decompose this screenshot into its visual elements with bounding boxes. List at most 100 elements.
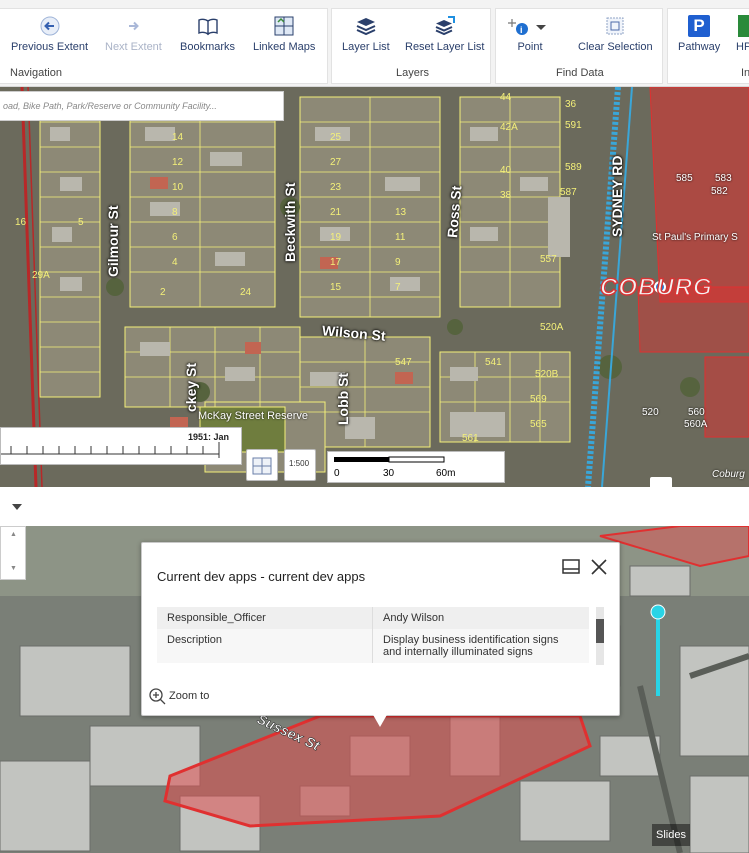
lot-number: 23 (330, 182, 342, 193)
hp-icon (738, 15, 749, 37)
lot-number: 560 (688, 407, 705, 418)
previous-extent-button[interactable]: Previous Extent (11, 15, 88, 53)
navigation-group-label: Navigation (10, 67, 62, 79)
lot-number: 587 (560, 187, 577, 198)
timeline-ticks (1, 442, 220, 458)
search-input[interactable]: oad, Bike Path, Park/Reserve or Communit… (0, 91, 284, 121)
corner-place-label: Coburg (712, 469, 745, 480)
lot-number: 6 (172, 232, 178, 243)
zoom-to-label: Zoom to (169, 690, 210, 702)
street-label-lobb: Lobb St (335, 372, 351, 425)
scroll-down-arrow-icon[interactable]: ▼ (10, 565, 17, 572)
lot-number: 29A (32, 270, 50, 281)
map-3d-view[interactable]: Sussex St ▲ ▼ Current dev apps - current… (0, 526, 749, 853)
collapse-chevron-icon[interactable] (12, 504, 22, 510)
lot-number: 42A (500, 122, 518, 133)
lot-number: 585 (676, 173, 693, 184)
street-label-beckwith: Beckwith St (282, 182, 298, 262)
layers-group: Layer List Reset Layer List Layers (331, 8, 491, 84)
lot-number: 4 (172, 257, 178, 268)
layers-icon (356, 18, 376, 36)
find-data-group: i Point Clear Selection Find Data (495, 8, 663, 84)
map-2d-view[interactable]: oad, Bike Path, Park/Reserve or Communit… (0, 87, 749, 487)
lot-number: 5 (78, 217, 84, 228)
layers-group-label: Layers (396, 67, 430, 79)
feature-popup: Current dev apps - current dev apps Resp… (141, 542, 620, 716)
book-icon (197, 18, 218, 36)
linked-maps-button[interactable]: Linked Maps (253, 15, 315, 53)
pathway-button[interactable]: P Pathway (678, 15, 720, 53)
lot-number: 541 (485, 357, 502, 368)
scale-tick-30: 30 (383, 468, 395, 479)
timeline-slider[interactable]: 1951: Jan (0, 427, 242, 465)
ribbon-toolbar: Previous Extent Next Extent Bookmarks Li… (0, 0, 749, 87)
scale-ratio-label: 1:500 (289, 459, 310, 468)
table-row: Responsible_Officer Andy Wilson (157, 607, 589, 629)
layer-list-button[interactable]: Layer List (342, 15, 390, 53)
zoom-to-link[interactable]: Zoom to (148, 687, 209, 705)
scale-tick-0: 0 (334, 468, 340, 479)
lot-number: 565 (530, 419, 547, 430)
misc-group-label: In (741, 67, 749, 79)
lot-number: 13 (395, 207, 407, 218)
point-info-icon: i (508, 19, 546, 35)
lot-number: 14 (172, 132, 184, 143)
map-handle[interactable] (650, 477, 672, 487)
lot-number: 557 (540, 254, 557, 265)
lot-number: 560A (684, 419, 708, 430)
lot-number: 582 (711, 186, 728, 197)
svg-text:i: i (520, 25, 523, 35)
street-label-sydney-rd: SYDNEY RD (609, 155, 625, 237)
dock-icon[interactable] (560, 557, 582, 577)
lot-number: 583 (715, 173, 732, 184)
attribute-table: Responsible_Officer Andy Wilson Descript… (157, 607, 589, 663)
lot-number: 520A (540, 322, 564, 333)
point-button[interactable]: i Point (508, 15, 552, 53)
lot-number: 36 (565, 99, 577, 110)
lot-number: 25 (330, 132, 342, 143)
grid-tool-button[interactable] (246, 449, 278, 481)
scroll-up-arrow-icon[interactable]: ▲ (10, 531, 17, 538)
hp-button[interactable]: HP (736, 15, 749, 53)
lot-number: 11 (395, 232, 406, 243)
next-extent-button[interactable]: Next Extent (105, 15, 162, 53)
lot-number: 569 (530, 394, 547, 405)
lot-number: 12 (172, 157, 184, 168)
street-label-gilmour: Gilmour St (105, 205, 121, 277)
grid-icon (252, 457, 272, 475)
lot-number: 8 (172, 207, 178, 218)
misc-group: P Pathway HP In (667, 8, 749, 84)
lot-number: 17 (330, 257, 342, 268)
previous-extent-icon (40, 16, 60, 36)
zoom-in-icon (149, 688, 166, 705)
suburb-label: COBURG (599, 273, 713, 302)
slides-button[interactable]: Slides (652, 824, 690, 846)
popup-title: Current dev apps - current dev apps (157, 569, 366, 584)
lot-number: 2 (160, 287, 166, 298)
close-icon[interactable] (589, 557, 609, 577)
reset-layer-list-button[interactable]: Reset Layer List (405, 15, 484, 53)
lot-number: 520B (535, 369, 559, 380)
scale-ratio-button[interactable]: 1:500 (284, 449, 316, 481)
popup-scroll-thumb[interactable] (596, 619, 604, 643)
bookmarks-button[interactable]: Bookmarks (180, 15, 235, 53)
street-label-mckay: ckey St (183, 362, 199, 412)
attribute-key: Description (157, 629, 373, 663)
lot-number: 40 (500, 165, 512, 176)
lot-number: 561 (462, 433, 479, 444)
lot-number: 9 (395, 257, 401, 268)
scale-bar-graphic (334, 456, 445, 463)
clear-selection-button[interactable]: Clear Selection (578, 15, 653, 53)
lot-number: 10 (172, 182, 184, 193)
lot-number: 27 (330, 157, 342, 168)
table-row: Description Display business identificat… (157, 629, 589, 663)
attribute-value: Display business identification signs an… (372, 629, 589, 663)
lot-number: 15 (330, 282, 342, 293)
vertical-scrollbar[interactable]: ▲ ▼ (0, 526, 26, 580)
reset-layers-icon (435, 16, 455, 36)
lot-number: 591 (565, 120, 582, 131)
navigation-group: Previous Extent Next Extent Bookmarks Li… (0, 8, 328, 84)
popup-scrollbar[interactable] (596, 607, 604, 665)
lot-number: 19 (330, 232, 342, 243)
scale-tick-60m: 60m (436, 468, 456, 479)
